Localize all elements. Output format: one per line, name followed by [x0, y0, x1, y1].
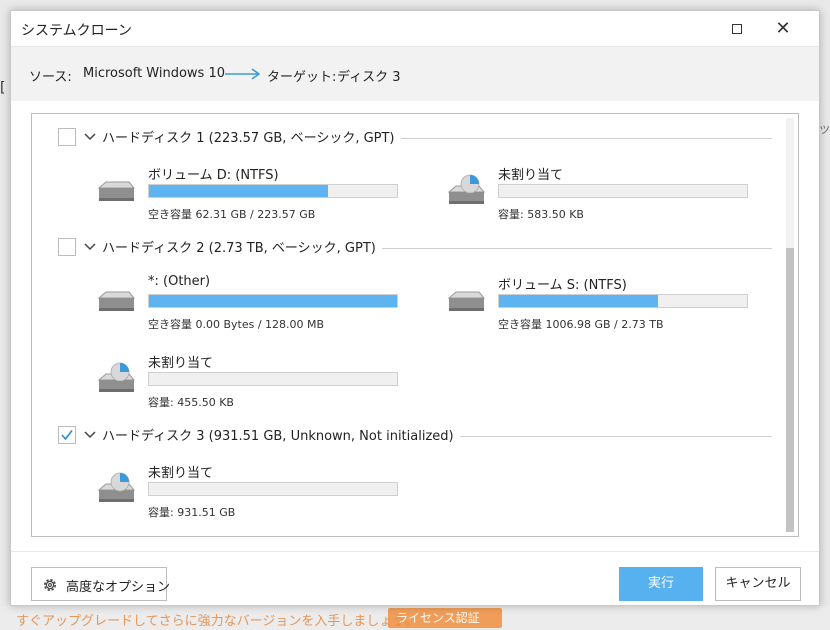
usage-bar: [498, 184, 748, 198]
disk-label: ハードディスク 1 (223.57 GB, ベーシック, GPT): [102, 127, 401, 146]
chevron-down-icon[interactable]: [84, 431, 96, 439]
partition-item[interactable]: *: (Other) 空き容量 0.00 Bytes / 128.00 MB: [96, 274, 398, 334]
partition-capacity: 空き容量 0.00 Bytes / 128.00 MB: [148, 318, 325, 331]
partition-name: ボリューム D: (NTFS): [148, 168, 279, 183]
unallocated-drive-icon: [447, 174, 486, 204]
partition-capacity: 空き容量 62.31 GB / 223.57 GB: [148, 208, 316, 221]
advanced-options-label: 高度なオプション: [66, 580, 171, 595]
disk-3-checkbox[interactable]: [58, 426, 76, 444]
partition-capacity: 容量: 583.50 KB: [498, 208, 584, 221]
source-label: ソース:: [29, 70, 72, 85]
disk-label: ハードディスク 2 (2.73 TB, ベーシック, GPT): [102, 237, 382, 256]
disk-header: ハードディスク 1 (223.57 GB, ベーシック, GPT): [32, 127, 772, 150]
upgrade-notice: すぐアップグレードしてさらに強力なバージョンを入手しましょう。: [16, 614, 418, 629]
checkmark-icon: [61, 430, 73, 441]
title-bar: システムクローン ✕: [11, 11, 819, 47]
usage-bar: [148, 184, 398, 198]
source-target-bar: ソース: Microsoft Windows 10 ターゲット: ディスク 3: [11, 47, 819, 101]
target-label: ターゲット:: [267, 70, 337, 85]
maximize-icon: [732, 24, 742, 34]
partition-name: 未割り当て: [148, 356, 214, 371]
gear-icon: [44, 579, 56, 591]
usage-bar: [498, 294, 748, 308]
partition-capacity: 空き容量 1006.98 GB / 2.73 TB: [498, 318, 664, 331]
partition-item[interactable]: ボリューム S: (NTFS) 空き容量 1006.98 GB / 2.73 T…: [446, 274, 748, 334]
scrollbar[interactable]: [786, 118, 794, 532]
footer-divider: [11, 551, 819, 552]
chevron-down-icon[interactable]: [84, 133, 96, 141]
partition-name: *: (Other): [148, 274, 211, 289]
partition-capacity: 容量: 931.51 GB: [148, 506, 236, 519]
scrollbar-thumb[interactable]: [786, 248, 794, 532]
usage-bar: [148, 372, 398, 386]
unallocated-drive-icon: [97, 362, 136, 392]
partition-name: ボリューム S: (NTFS): [498, 278, 627, 293]
partition-name: 未割り当て: [498, 168, 564, 183]
disk-1-checkbox[interactable]: [58, 128, 76, 146]
usage-bar: [148, 482, 398, 496]
close-button[interactable]: ✕: [763, 13, 803, 45]
drive-icon: [97, 291, 136, 311]
background-window-edge: [: [0, 80, 6, 96]
close-icon: ✕: [775, 18, 791, 39]
drive-icon: [97, 181, 136, 201]
system-clone-dialog: システムクローン ✕ ソース: Microsoft Windows 10 ターゲ…: [10, 10, 820, 606]
arrow-right-icon: [225, 68, 261, 80]
usage-bar: [148, 294, 398, 308]
disk-list-panel: ハードディスク 1 (223.57 GB, ベーシック, GPT) ボリューム …: [31, 113, 799, 537]
chevron-down-icon[interactable]: [84, 243, 96, 251]
run-button[interactable]: 実行: [619, 567, 703, 601]
disk-header: ハードディスク 3 (931.51 GB, Unknown, Not initi…: [32, 425, 772, 448]
partition-name: 未割り当て: [148, 466, 214, 481]
partition-item[interactable]: 未割り当て 容量: 931.51 GB: [96, 462, 398, 522]
disk-2-checkbox[interactable]: [58, 238, 76, 256]
drive-icon: [447, 291, 486, 311]
source-value: Microsoft Windows 10: [83, 66, 225, 81]
disk-label: ハードディスク 3 (931.51 GB, Unknown, Not initi…: [102, 425, 460, 444]
cancel-button[interactable]: キャンセル: [715, 567, 801, 601]
disk-header: ハードディスク 2 (2.73 TB, ベーシック, GPT): [32, 237, 772, 260]
usage-bar-fill: [149, 295, 397, 307]
license-button[interactable]: ライセンス認証: [388, 608, 502, 628]
partition-item[interactable]: 未割り当て 容量: 455.50 KB: [96, 352, 398, 412]
usage-bar-fill: [149, 185, 328, 197]
partition-item[interactable]: ボリューム D: (NTFS) 空き容量 62.31 GB / 223.57 G…: [96, 164, 398, 224]
partition-item[interactable]: 未割り当て 容量: 583.50 KB: [446, 164, 748, 224]
target-value: ディスク 3: [337, 70, 401, 85]
partition-capacity: 容量: 455.50 KB: [148, 396, 234, 409]
advanced-options-button[interactable]: 高度なオプション: [31, 567, 171, 601]
usage-bar-fill: [499, 295, 658, 307]
dialog-title: システムクローン: [21, 23, 132, 39]
unallocated-drive-icon: [97, 472, 136, 502]
maximize-button[interactable]: [717, 13, 757, 45]
